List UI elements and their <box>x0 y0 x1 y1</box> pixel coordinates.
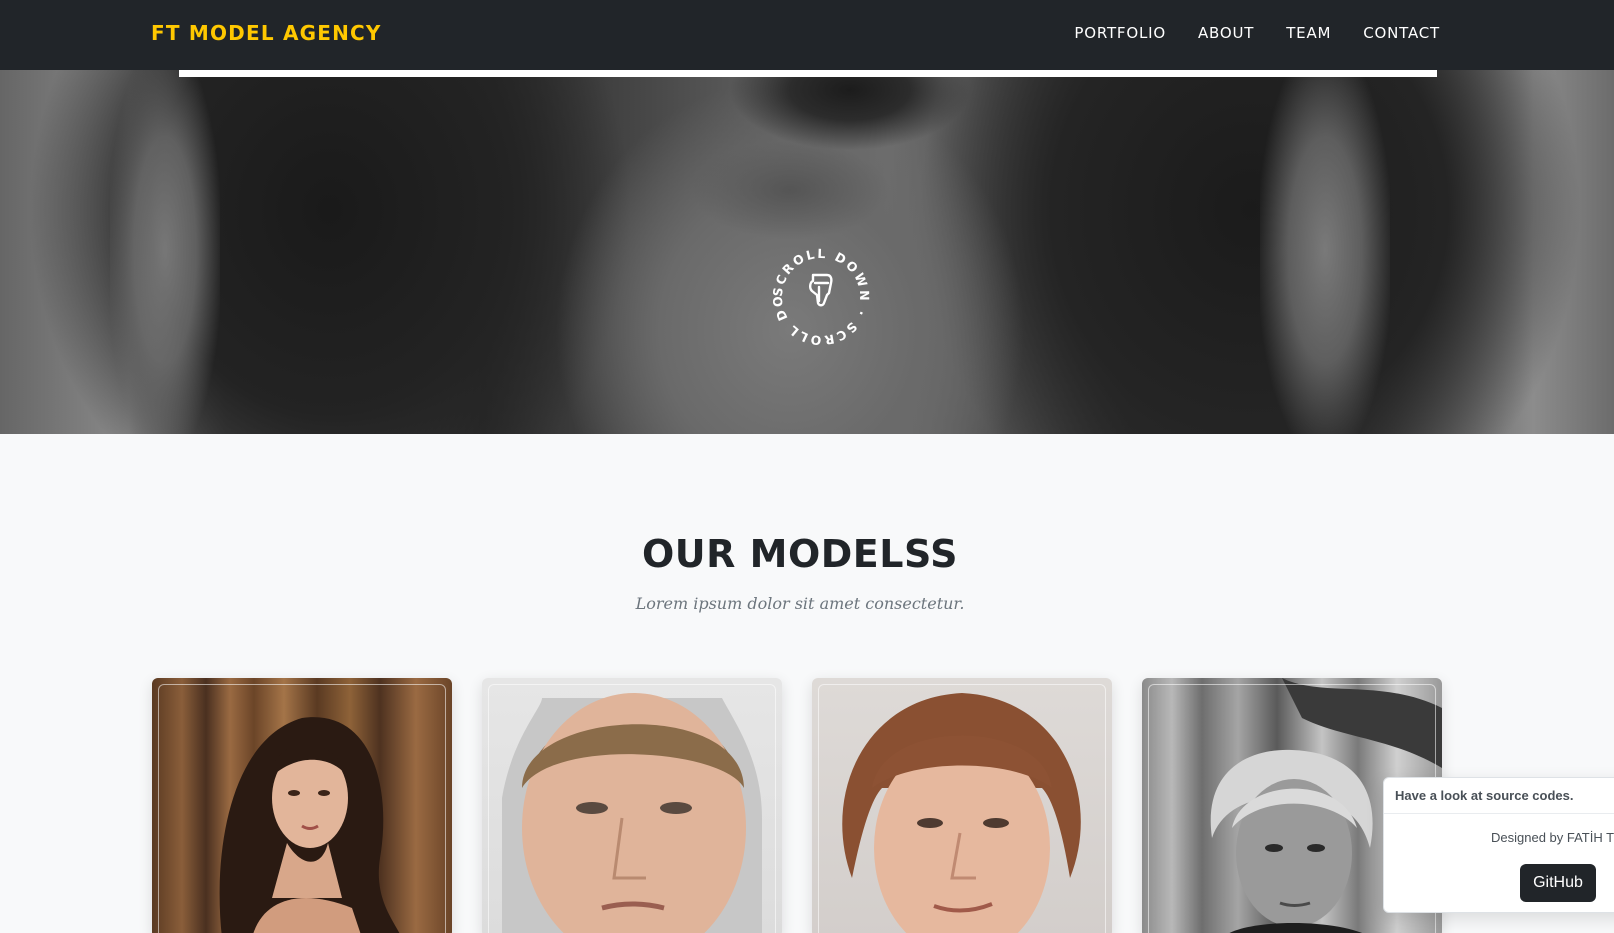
card-frame <box>158 684 446 933</box>
scroll-down-text: SCROLL DOWN · SCROLL DOWN · <box>761 233 870 348</box>
nav-link-contact[interactable]: CONTACT <box>1363 24 1440 42</box>
model-card[interactable] <box>152 678 452 933</box>
svg-text:SCROLL DOWN · SCROLL DOWN ·: SCROLL DOWN · SCROLL DOWN · <box>769 245 872 348</box>
nav-link-about[interactable]: ABOUT <box>1198 24 1254 42</box>
nav-link-portfolio[interactable]: PORTFOLIO <box>1074 24 1166 42</box>
github-button[interactable]: GitHub <box>1520 864 1596 902</box>
card-frame <box>818 684 1106 933</box>
scroll-down-badge[interactable]: SCROLL DOWN · SCROLL DOWN · <box>761 233 873 349</box>
hero-shading <box>110 70 220 434</box>
model-card[interactable] <box>482 678 782 933</box>
section-title: OUR MODELSS <box>641 532 958 576</box>
toast-header: Have a look at source codes. <box>1384 778 1614 814</box>
hero-divider <box>179 70 1437 77</box>
brand-logo[interactable]: FT MODEL AGENCY <box>151 21 382 45</box>
nav-links: PORTFOLIO ABOUT TEAM CONTACT <box>1074 24 1440 42</box>
source-code-toast: Have a look at source codes. Designed by… <box>1383 777 1614 913</box>
nav-link-team[interactable]: TEAM <box>1286 24 1331 42</box>
pointing-hand-icon <box>809 273 833 307</box>
card-frame <box>488 684 776 933</box>
navbar: FT MODEL AGENCY PORTFOLIO ABOUT TEAM CON… <box>0 0 1614 70</box>
hero-shading <box>1260 70 1390 434</box>
toast-credit: Designed by FATİH T <box>1491 830 1614 845</box>
hero-image: SCROLL DOWN · SCROLL DOWN · <box>0 70 1614 434</box>
section-subtitle: Lorem ipsum dolor sit amet consectetur. <box>635 594 965 613</box>
model-card[interactable] <box>812 678 1112 933</box>
